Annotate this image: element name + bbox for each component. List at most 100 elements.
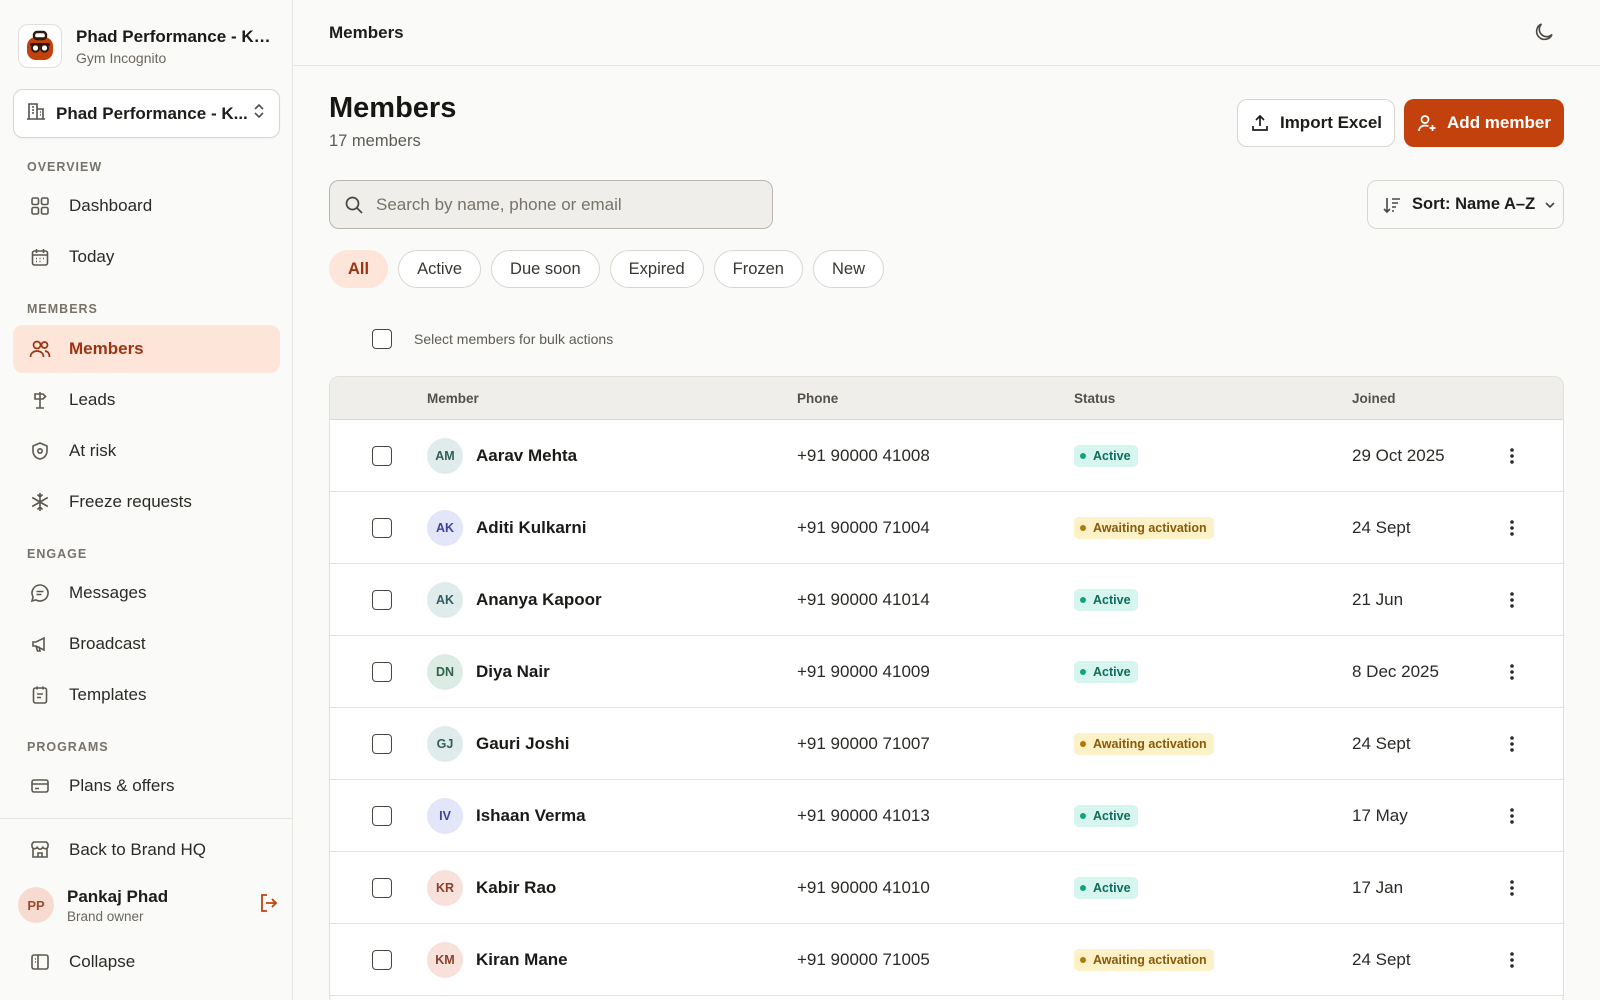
member-count: 17 members — [329, 132, 421, 150]
member-name[interactable]: Kabir Rao — [476, 878, 556, 898]
table-row[interactable]: DN Diya Nair +91 90000 41009 Active 8 Dec 20… — [330, 636, 1563, 708]
status-dot — [1080, 741, 1086, 747]
filter-new[interactable]: New — [812, 250, 884, 288]
sidebar-item-at-risk[interactable]: At risk — [13, 427, 280, 475]
sidebar-item-freeze-requests[interactable]: Freeze requests — [13, 478, 280, 526]
table-row[interactable]: KR Kabir Rao +91 90000 41010 Active 17 Jan — [330, 852, 1563, 924]
row-checkbox[interactable] — [372, 590, 392, 610]
sort-dropdown[interactable]: Sort: Name A–Z — [1367, 180, 1564, 229]
filter-expired[interactable]: Expired — [609, 250, 704, 288]
member-name[interactable]: Aarav Mehta — [476, 446, 577, 466]
filter-frozen[interactable]: Frozen — [713, 250, 803, 288]
row-checkbox[interactable] — [372, 446, 392, 466]
table-row[interactable]: GJ Gauri Joshi +91 90000 71007 Awaiting act… — [330, 708, 1563, 780]
members-table: Member Phone Status Joined AM Aarav Mehta… — [329, 376, 1564, 1000]
status-dot — [1080, 453, 1086, 459]
member-name[interactable]: Gauri Joshi — [476, 734, 570, 754]
bulk-select-checkbox[interactable] — [372, 329, 392, 349]
column-header-phone[interactable]: Phone — [797, 391, 838, 406]
sidebar-item-broadcast[interactable]: Broadcast — [13, 620, 280, 668]
megaphone-icon — [29, 633, 51, 655]
row-checkbox[interactable] — [372, 950, 392, 970]
location-select[interactable]: Phad Performance - K... — [13, 89, 280, 138]
avatar: KM — [427, 942, 463, 978]
avatar: PP — [18, 887, 54, 923]
sidebar-item-label: Today — [69, 247, 115, 266]
member-name[interactable]: Aditi Kulkarni — [476, 518, 587, 538]
filter-all[interactable]: All — [329, 250, 389, 288]
sidebar-item-label: Broadcast — [69, 634, 146, 653]
shield-icon — [29, 440, 51, 462]
sidebar-item-collapse[interactable]: Collapse — [13, 938, 280, 986]
sidebar-item-back-to-brand-hq[interactable]: Back to Brand HQ — [13, 826, 280, 874]
column-header-member[interactable]: Member — [427, 391, 479, 406]
member-name[interactable]: Ishaan Verma — [476, 806, 586, 826]
sidebar-item-leads[interactable]: Leads — [13, 376, 280, 424]
store-icon — [29, 839, 51, 861]
nav-section-members: MEMBERS — [27, 302, 98, 316]
more-vertical-icon[interactable] — [1502, 732, 1522, 756]
moon-icon[interactable] — [1532, 20, 1558, 46]
status-badge: Awaiting activation — [1074, 517, 1214, 539]
member-name[interactable]: Kiran Mane — [476, 950, 568, 970]
sidebar-item-messages[interactable]: Messages — [13, 569, 280, 617]
row-checkbox[interactable] — [372, 878, 392, 898]
row-checkbox[interactable] — [372, 806, 392, 826]
table-row[interactable]: AK Aditi Kulkarni +91 90000 71004 Awaiting … — [330, 492, 1563, 564]
filter-due-soon[interactable]: Due soon — [491, 250, 600, 288]
sidebar-item-today[interactable]: Today — [13, 233, 280, 281]
sidebar-item-templates[interactable]: Templates — [13, 671, 280, 719]
more-vertical-icon[interactable] — [1502, 804, 1522, 828]
search-input[interactable] — [376, 194, 756, 215]
add-member-button[interactable]: Add member — [1404, 99, 1564, 147]
bulk-select-label: Select members for bulk actions — [414, 331, 614, 347]
member-phone: +91 90000 41009 — [797, 662, 930, 681]
search-icon — [345, 196, 363, 214]
member-joined: 17 May — [1352, 806, 1408, 825]
member-joined: 24 Sept — [1352, 950, 1411, 969]
column-header-status[interactable]: Status — [1074, 391, 1115, 406]
user-name: Pankaj Phad — [67, 886, 169, 906]
card-icon — [29, 775, 51, 797]
member-phone: +91 90000 41010 — [797, 878, 930, 897]
member-name[interactable]: Diya Nair — [476, 662, 550, 682]
member-phone: +91 90000 71005 — [797, 950, 930, 969]
breadcrumb: Members — [329, 23, 404, 42]
add-member-label: Add member — [1447, 113, 1551, 132]
message-icon — [29, 582, 51, 604]
row-checkbox[interactable] — [372, 518, 392, 538]
column-header-joined[interactable]: Joined — [1352, 391, 1396, 406]
status-text: Active — [1093, 593, 1131, 607]
more-vertical-icon[interactable] — [1502, 516, 1522, 540]
sidebar-item-label: Leads — [69, 390, 116, 409]
status-badge: Awaiting activation — [1074, 949, 1214, 971]
status-text: Active — [1093, 665, 1131, 679]
logout-icon[interactable] — [258, 892, 280, 919]
sidebar-item-members[interactable]: Members — [13, 325, 280, 373]
status-text: Awaiting activation — [1093, 953, 1207, 967]
member-joined: 21 Jun — [1352, 590, 1404, 609]
more-vertical-icon[interactable] — [1502, 948, 1522, 972]
more-vertical-icon[interactable] — [1502, 444, 1522, 468]
table-row[interactable]: IV Ishaan Verma +91 90000 41013 Active 17 Ma… — [330, 780, 1563, 852]
status-badge: Active — [1074, 589, 1138, 611]
brand-header[interactable]: Phad Performance - Kot... Gym Incognito — [18, 24, 276, 68]
more-vertical-icon[interactable] — [1502, 876, 1522, 900]
table-row[interactable]: AM Aarav Mehta +91 90000 41008 Active 29 Oct… — [330, 420, 1563, 492]
row-checkbox[interactable] — [372, 734, 392, 754]
sidebar-item-plans-offers[interactable]: Plans & offers — [13, 762, 280, 810]
sidebar-item-dashboard[interactable]: Dashboard — [13, 182, 280, 230]
brand-subtitle: Gym Incognito — [76, 49, 167, 66]
member-phone: +91 90000 71007 — [797, 734, 930, 753]
more-vertical-icon[interactable] — [1502, 660, 1522, 684]
more-vertical-icon[interactable] — [1502, 588, 1522, 612]
table-row[interactable]: KM Kiran Mane +91 90000 71005 Awaiting acti… — [330, 924, 1563, 996]
import-excel-button[interactable]: Import Excel — [1237, 99, 1395, 147]
calendar-icon — [29, 246, 51, 268]
sidebar-item-label: Templates — [69, 685, 147, 704]
row-checkbox[interactable] — [372, 662, 392, 682]
member-name[interactable]: Ananya Kapoor — [476, 590, 602, 610]
table-row[interactable]: AK Ananya Kapoor +91 90000 41014 Active 21 J… — [330, 564, 1563, 636]
search-box — [329, 180, 773, 229]
filter-active[interactable]: Active — [398, 250, 482, 288]
